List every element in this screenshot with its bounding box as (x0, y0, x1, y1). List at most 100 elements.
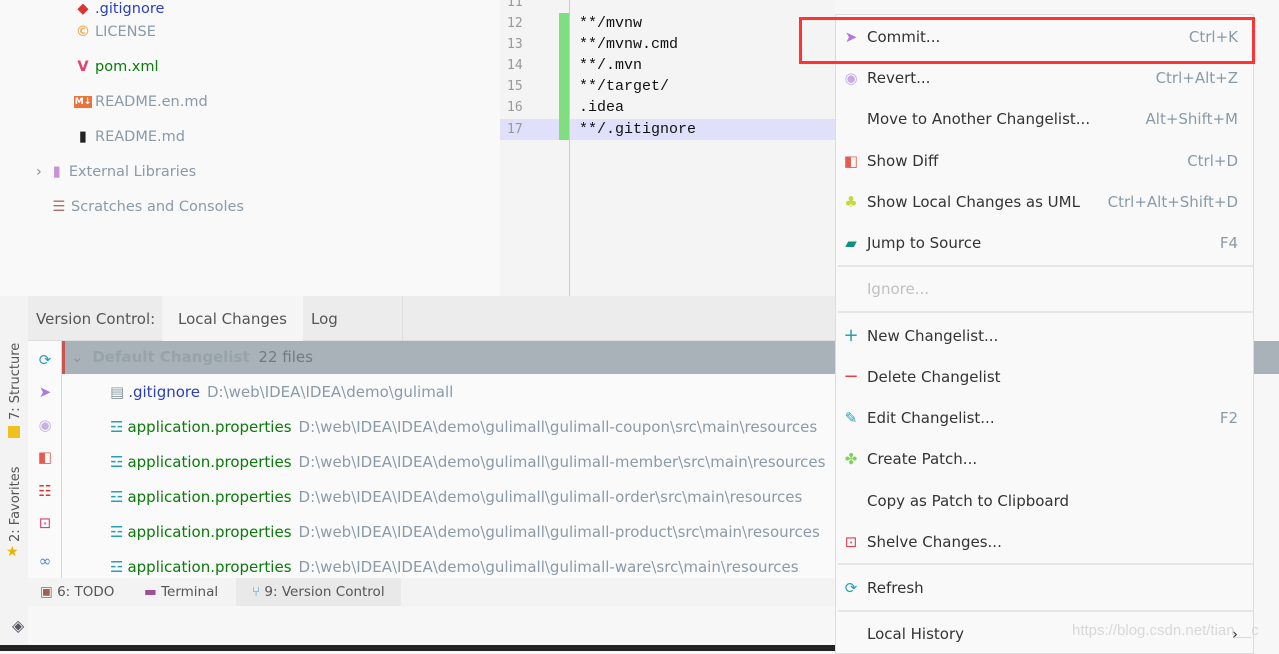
revert-icon[interactable]: ◉ (36, 416, 54, 434)
library-icon: ▮ (52, 164, 61, 180)
properties-icon: ☲ (110, 418, 124, 436)
commit-icon[interactable]: ➤ (36, 383, 54, 401)
markdown-icon: M↓ (74, 96, 92, 108)
menu-item-edit-changelist[interactable]: ✎ Edit Changelist... F2 (836, 403, 1253, 433)
menu-item-create-patch[interactable]: ✤ Create Patch... (836, 444, 1253, 474)
status-bar (0, 645, 835, 651)
watermark: https://blog.csdn.net/tian__c (1072, 622, 1259, 639)
left-tool-strip: 7: Structure 2: Favorites ★ ◈ (0, 296, 28, 646)
code-line: **/mvnw.cmd (579, 36, 679, 53)
menu-item-new-changelist[interactable]: + New Changelist... (836, 321, 1253, 351)
code-line: .idea (579, 99, 625, 116)
file-row[interactable]: ☲ application.properties D:\web\IDEA\IDEA\… (110, 413, 817, 441)
vc-label: Version Control: (36, 310, 156, 328)
menu-item-copy-patch[interactable]: Copy as Patch to Clipboard (836, 486, 1253, 516)
plus-icon: + (843, 325, 859, 346)
revert-icon: ◉ (844, 69, 858, 87)
chevron-down-icon[interactable]: ⌄ (71, 348, 84, 366)
changelist-count: 22 files (258, 348, 313, 366)
menu-item-show-diff[interactable]: ◧ Show Diff Ctrl+D (836, 146, 1253, 176)
line-number: 12 (507, 16, 523, 31)
changelist-name: Default Changelist (92, 348, 250, 366)
structure-icon (8, 426, 20, 438)
chevron-right-icon[interactable]: › (36, 164, 42, 180)
uml-icon: ♣ (844, 193, 858, 211)
file-row[interactable]: ☲ application.properties D:\web\IDEA\IDEA\… (110, 448, 825, 476)
jump-source-icon: ▰ (845, 234, 857, 252)
vc-tab-bar: Version Control: Local Changes Log (28, 296, 835, 341)
menu-item-shelve[interactable]: ⊡ Shelve Changes... (836, 527, 1253, 557)
code-line: **/mvnw (579, 15, 643, 32)
line-number: 17 (507, 122, 523, 137)
menu-item-revert[interactable]: ◉ Revert... Ctrl+Alt+Z (836, 63, 1253, 93)
file-icon: ▤ (110, 383, 125, 401)
todo-tab[interactable]: ▣ 6: TODO (40, 578, 114, 606)
project-tree: ◆ .gitignore © LICENSE Vpom.xml M↓ README.e… (0, 0, 500, 296)
tree-item-license[interactable]: © LICENSE (74, 21, 156, 43)
change-marker (559, 13, 569, 140)
license-icon: © (75, 24, 91, 40)
highlight-box (799, 17, 1255, 64)
code-line: **/.mvn (579, 57, 643, 74)
refresh-icon[interactable]: ⟳ (36, 351, 54, 369)
shelve-icon[interactable]: ⊡ (36, 514, 54, 532)
code-editor[interactable]: 11 12 13 14 15 16 17 **/mvnw **/mvnw.cmd… (500, 0, 835, 296)
line-number: 16 (507, 100, 523, 115)
properties-icon: ☲ (110, 453, 124, 471)
branch-icon: ⑂ (252, 584, 261, 600)
menu-item-refresh[interactable]: ⟳ Refresh (836, 573, 1253, 603)
menu-item-delete-changelist[interactable]: − Delete Changelist (836, 362, 1253, 392)
tree-item-gitignore[interactable]: ◆ .gitignore (74, 0, 164, 20)
menu-separator (838, 311, 1253, 313)
structure-tab[interactable]: 7: Structure (8, 343, 23, 420)
gutter-divider (569, 0, 570, 296)
shelve-icon: ⊡ (844, 533, 858, 551)
diff-icon: ◧ (843, 152, 859, 170)
menu-item-ignore: Ignore... (867, 280, 929, 298)
properties-icon: ☲ (110, 558, 124, 576)
changelist-icon[interactable]: ☷ (36, 482, 54, 500)
tree-item-readme[interactable]: ▮ README.md (74, 126, 185, 148)
version-control-tab[interactable]: ⑂ 9: Version Control (236, 578, 401, 606)
diff-icon[interactable]: ◧ (36, 448, 54, 466)
menu-item-jump-source[interactable]: ▰ Jump to Source F4 (836, 228, 1253, 258)
file-row[interactable]: ▤ .gitignore D:\web\IDEA\IDEA\demo\gulimal… (110, 378, 453, 406)
star-icon: ★ (6, 544, 19, 560)
code-line: **/target/ (579, 78, 670, 95)
file-row[interactable]: ☲ application.properties D:\web\IDEA\IDEA\… (110, 553, 799, 577)
link-icon[interactable]: ∞ (36, 552, 54, 570)
terminal-icon: ▬ (144, 584, 157, 600)
line-number: 14 (507, 58, 523, 73)
scratches-icon: ☰ (52, 199, 66, 215)
bottom-tool-bar: ▣ 6: TODO ▬ Terminal ⑂ 9: Version Contro… (28, 578, 835, 606)
favorites-tab[interactable]: 2: Favorites (8, 466, 23, 542)
toolbar-divider (61, 341, 62, 578)
properties-icon: ☲ (110, 488, 124, 506)
minus-icon: − (843, 366, 859, 387)
menu-separator (838, 265, 1253, 267)
tree-item-external-libraries[interactable]: › ▮ External Libraries (36, 161, 196, 183)
file-row[interactable]: ☲ application.properties D:\web\IDEA\IDEA\… (110, 483, 802, 511)
refresh-icon: ⟳ (844, 579, 858, 597)
tree-item-scratches[interactable]: ☰ Scratches and Consoles (50, 196, 244, 218)
terminal-tab[interactable]: ▬ Terminal (144, 578, 218, 606)
patch-icon: ✤ (844, 450, 858, 468)
file-row[interactable]: ☲ application.properties D:\web\IDEA\IDEA\… (110, 518, 820, 546)
tab-local-changes[interactable]: Local Changes (162, 296, 303, 341)
tree-item-readme-en[interactable]: M↓ README.en.md (74, 91, 208, 113)
pencil-icon: ✎ (844, 409, 858, 427)
line-number: 13 (507, 37, 523, 52)
properties-icon: ☲ (110, 523, 124, 541)
line-number: 15 (507, 79, 523, 94)
menu-separator (838, 563, 1253, 565)
menu-item-move-changelist[interactable]: Move to Another Changelist... Alt+Shift+M (836, 104, 1253, 134)
tab-log[interactable]: Log (295, 296, 403, 341)
book-icon: ▮ (79, 129, 87, 145)
maven-icon: V (77, 59, 89, 75)
menu-item-uml[interactable]: ♣ Show Local Changes as UML Ctrl+Alt+Shift… (836, 187, 1253, 217)
context-menu: ➤ Commit... Ctrl+K ◉ Revert... Ctrl+Alt+Z Mo… (835, 14, 1254, 654)
layers-icon[interactable]: ◈ (12, 616, 24, 635)
menu-separator (838, 610, 1253, 612)
code-line: **/.gitignore (579, 121, 697, 138)
tree-item-pom[interactable]: Vpom.xml (74, 56, 158, 78)
